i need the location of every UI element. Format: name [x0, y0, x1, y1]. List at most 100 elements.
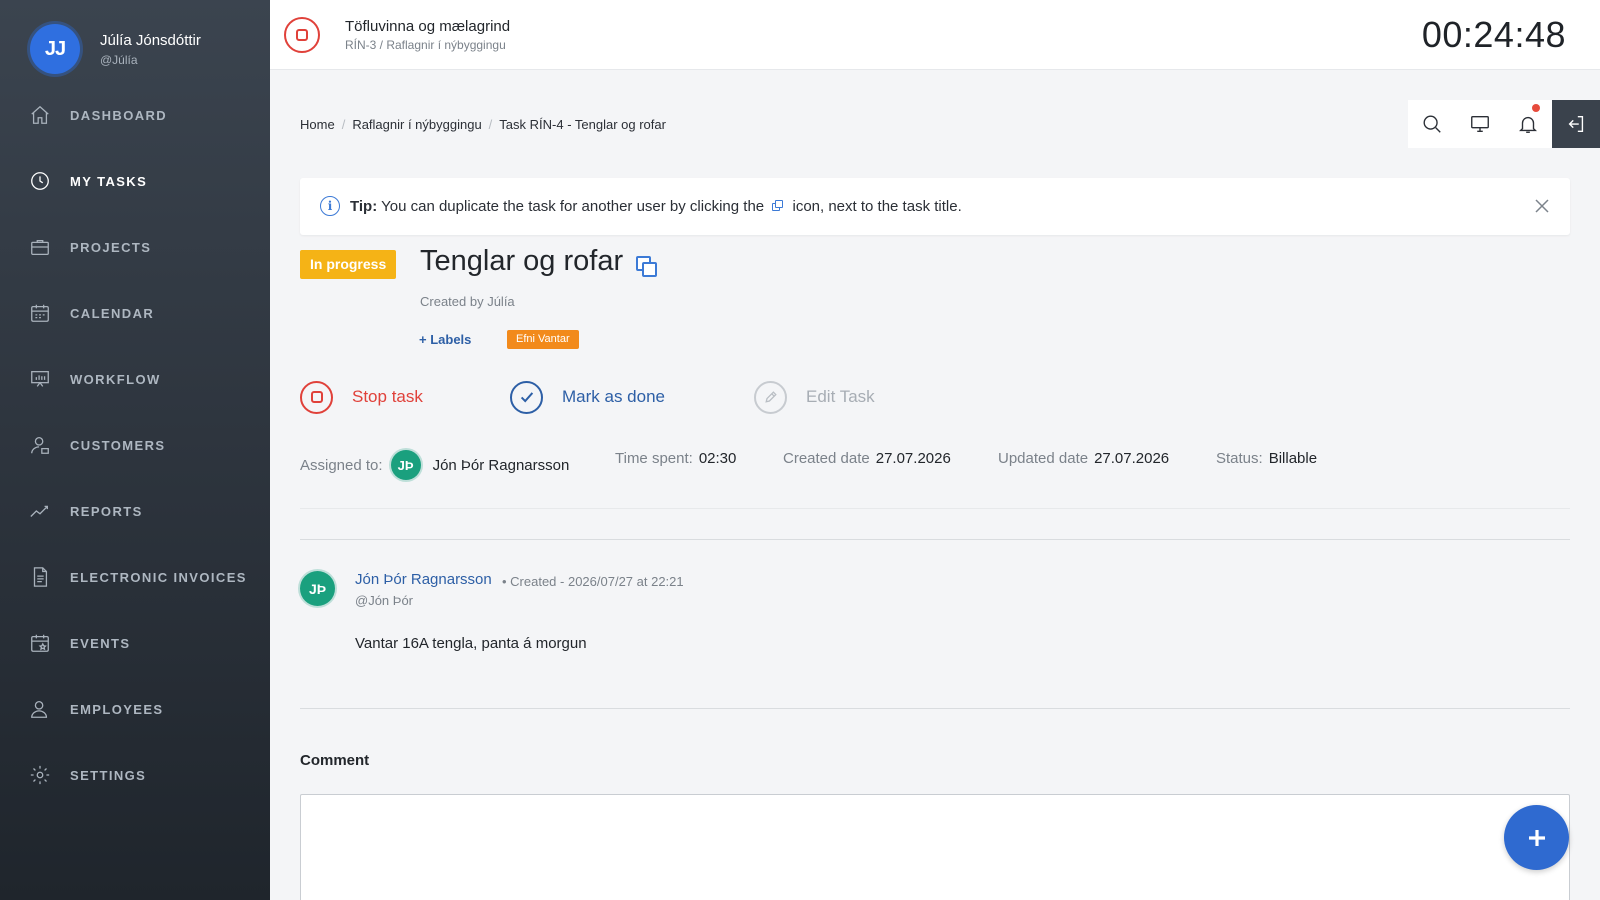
updated-date-label: Updated date — [998, 450, 1089, 467]
sidebar-item-employees[interactable]: EMPLOYEES — [0, 676, 270, 742]
status-label: Status: — [1216, 450, 1263, 467]
comment-timestamp: • Created - 2026/07/27 at 22:21 — [502, 574, 684, 589]
billing-status: Status: Billable — [1216, 450, 1317, 467]
sidebar-item-label: WORKFLOW — [70, 371, 161, 387]
created-date-value: 27.07.2026 — [875, 450, 951, 467]
duplicate-icon — [772, 200, 784, 212]
sidebar-item-label: ELECTRONIC INVOICES — [70, 569, 247, 585]
logout-button[interactable] — [1552, 100, 1600, 148]
time-spent: Time spent: 02:30 — [615, 450, 736, 467]
sidebar-item-label: DASHBOARD — [70, 107, 168, 123]
stop-task-label: Stop task — [352, 387, 423, 406]
breadcrumb-separator: / — [341, 117, 346, 132]
sidebar-item-events[interactable]: EVENTS — [0, 610, 270, 676]
bell-icon — [1519, 116, 1537, 133]
search-icon — [1423, 115, 1441, 133]
assignee-name: Jón Þór Ragnarsson — [432, 456, 570, 474]
user-icon — [31, 437, 49, 454]
presentation-board-icon — [31, 371, 49, 387]
avatar[interactable]: JÞ — [390, 450, 421, 480]
comment-label: Comment — [300, 752, 370, 769]
created-date: Created date 27.07.2026 — [783, 450, 951, 467]
divider — [300, 508, 1570, 509]
breadcrumb: Home / Raflagnir í nýbyggingu / Task RÍN… — [300, 117, 666, 132]
timer-display: 00:24:48 — [1421, 14, 1566, 55]
created-date-label: Created date — [783, 450, 870, 467]
tip-text: Tip: You can duplicate the task for anot… — [350, 198, 962, 215]
comment-author[interactable]: Jón Þór Ragnarsson — [355, 571, 492, 588]
users-icon — [31, 701, 48, 718]
sidebar-item-label: CUSTOMERS — [70, 437, 166, 453]
sidebar-item-label: EVENTS — [70, 635, 131, 651]
created-by: Created by Júlía — [420, 294, 515, 309]
sidebar-nav: DASHBOARD MY TASKS PROJECTS CALENDAR WOR… — [0, 82, 270, 808]
assigned-label: Assigned to: — [300, 456, 383, 474]
timer-bar: Töfluvinna og mælagrind RÍN-3 / Raflagni… — [270, 0, 1600, 70]
sidebar-item-label: PROJECTS — [70, 239, 152, 255]
sidebar-item-label: SETTINGS — [70, 767, 147, 783]
tip-text-before: You can duplicate the task for another u… — [381, 198, 765, 215]
time-spent-label: Time spent: — [615, 450, 693, 467]
label-chip[interactable]: Efni Vantar — [507, 330, 579, 349]
user-handle: @Júlía — [100, 52, 138, 67]
pencil-icon — [754, 380, 787, 414]
sidebar: JJ Júlía Jónsdóttir @Júlía DASHBOARD MY … — [0, 0, 270, 900]
avatar[interactable]: JÞ — [300, 571, 335, 606]
comment-input[interactable] — [300, 794, 1570, 900]
status-badge[interactable]: In progress — [300, 250, 397, 279]
edit-task-button[interactable]: Edit Task — [754, 380, 875, 414]
sidebar-item-calendar[interactable]: CALENDAR — [0, 280, 270, 346]
active-task-title[interactable]: Töfluvinna og mælagrind — [345, 18, 510, 35]
sidebar-item-settings[interactable]: SETTINGS — [0, 742, 270, 808]
add-labels-link[interactable]: + Labels — [419, 332, 471, 347]
document-icon — [33, 567, 48, 587]
sidebar-item-label: EMPLOYEES — [70, 701, 164, 717]
calendar-icon — [31, 304, 49, 322]
breadcrumb-home[interactable]: Home — [300, 117, 335, 132]
tip-prefix: Tip: — [350, 198, 378, 215]
mark-as-done-button[interactable]: Mark as done — [510, 380, 665, 414]
notifications-button[interactable] — [1504, 100, 1552, 148]
updated-date: Updated date 27.07.2026 — [998, 450, 1169, 467]
sidebar-item-label: CALENDAR — [70, 305, 155, 321]
mark-as-done-label: Mark as done — [562, 387, 665, 406]
screen-button[interactable] — [1456, 100, 1504, 148]
gear-icon — [30, 765, 50, 785]
close-tip-button[interactable] — [1532, 196, 1552, 216]
plus-icon — [1528, 829, 1545, 846]
breadcrumb-separator: / — [488, 117, 493, 132]
user-name: Júlía Jónsdóttir — [100, 31, 201, 49]
duplicate-task-button[interactable] — [636, 256, 660, 280]
add-comment-button[interactable] — [1504, 805, 1569, 870]
task-title: Tenglar og rofar — [420, 245, 624, 277]
briefcase-icon — [31, 239, 49, 255]
sidebar-item-label: REPORTS — [70, 503, 143, 519]
comment-body: Vantar 16A tengla, panta á morgun — [355, 635, 587, 652]
updated-date-value: 27.07.2026 — [1094, 450, 1170, 467]
divider — [300, 708, 1570, 709]
stop-task-button[interactable]: Stop task — [300, 380, 423, 414]
check-icon — [510, 380, 543, 414]
stop-timer-button[interactable] — [284, 17, 320, 53]
active-task-subtitle: RÍN-3 / Raflagnir í nýbyggingu — [345, 38, 506, 52]
assigned-to: Assigned to: JÞ Jón Þór Ragnarsson — [300, 450, 569, 480]
search-button[interactable] — [1408, 100, 1456, 148]
sidebar-item-dashboard[interactable]: DASHBOARD — [0, 82, 270, 148]
stop-icon — [296, 29, 308, 41]
tip-text-after: icon, next to the task title. — [792, 198, 962, 215]
sidebar-item-label: MY TASKS — [70, 173, 148, 189]
clock-icon — [31, 172, 49, 190]
sidebar-item-customers[interactable]: CUSTOMERS — [0, 412, 270, 478]
breadcrumb-project[interactable]: Raflagnir í nýbyggingu — [352, 117, 481, 132]
sidebar-item-projects[interactable]: PROJECTS — [0, 214, 270, 280]
comment-handle: @Jón Þór — [355, 593, 413, 608]
sidebar-item-reports[interactable]: REPORTS — [0, 478, 270, 544]
logout-icon — [1568, 115, 1584, 133]
user-profile[interactable]: JJ Júlía Jónsdóttir @Júlía — [30, 24, 201, 74]
sidebar-item-my-tasks[interactable]: MY TASKS — [0, 148, 270, 214]
sidebar-item-workflow[interactable]: WORKFLOW — [0, 346, 270, 412]
sidebar-item-electronic-invoices[interactable]: ELECTRONIC INVOICES — [0, 544, 270, 610]
stop-icon — [300, 380, 333, 414]
monitor-icon — [1471, 115, 1489, 133]
avatar[interactable]: JJ — [30, 24, 80, 74]
